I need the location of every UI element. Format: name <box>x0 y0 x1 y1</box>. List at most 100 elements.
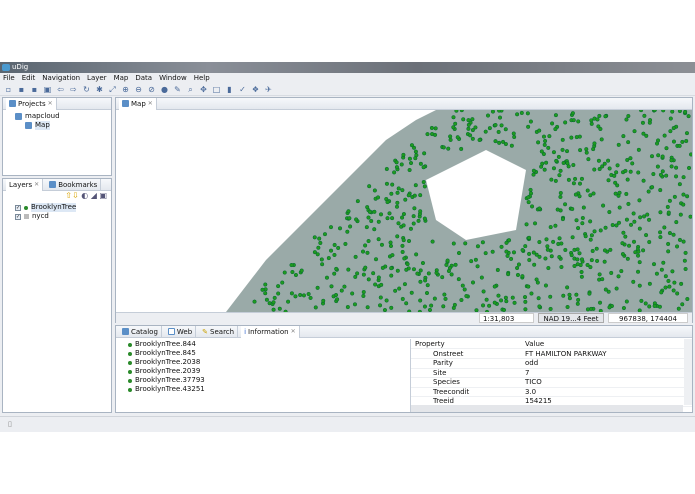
tree-point[interactable] <box>320 262 325 267</box>
tree-point[interactable] <box>688 214 692 219</box>
tree-point[interactable] <box>384 298 389 303</box>
tree-point[interactable] <box>473 257 478 262</box>
tree-point[interactable] <box>664 173 669 178</box>
info-icon[interactable]: ▮ <box>225 85 234 94</box>
tree-point[interactable] <box>584 150 589 155</box>
tree-point[interactable] <box>367 209 372 214</box>
tree-point[interactable] <box>662 133 667 138</box>
tree-point[interactable] <box>264 297 269 302</box>
tree-point[interactable] <box>528 119 533 124</box>
tree-point[interactable] <box>558 168 563 173</box>
tree-point[interactable] <box>570 235 575 240</box>
tree-point[interactable] <box>671 288 676 293</box>
zoom-extent-icon[interactable]: ⤢ <box>108 85 117 94</box>
tree-point[interactable] <box>289 263 294 268</box>
tree-point[interactable] <box>487 303 492 308</box>
tree-point[interactable] <box>271 307 276 312</box>
tree-point[interactable] <box>298 292 303 298</box>
tree-point[interactable] <box>433 126 438 131</box>
tree-point[interactable] <box>509 256 514 261</box>
tree-point[interactable] <box>512 134 517 140</box>
tree-point[interactable] <box>366 277 371 282</box>
tree-point[interactable] <box>681 175 686 180</box>
layer-checkbox[interactable]: ✓ <box>15 213 21 220</box>
tree-point[interactable] <box>404 301 409 306</box>
tree-point[interactable] <box>641 214 647 219</box>
tree-point[interactable] <box>613 180 618 185</box>
move-down-icon[interactable]: ⇩ <box>72 191 79 200</box>
tree-point[interactable] <box>510 295 515 300</box>
tree-point[interactable] <box>451 241 456 246</box>
tree-point[interactable] <box>413 183 418 188</box>
tree-point[interactable] <box>652 110 657 113</box>
tree-point[interactable] <box>487 126 492 131</box>
tree-point[interactable] <box>271 300 276 305</box>
tree-point[interactable] <box>276 284 281 289</box>
tree-point[interactable] <box>504 240 509 245</box>
tree-point[interactable] <box>423 278 428 283</box>
tree-point[interactable] <box>448 137 453 142</box>
tree-point[interactable] <box>401 238 406 243</box>
tree-point[interactable] <box>429 125 434 131</box>
tree-point[interactable] <box>606 158 611 163</box>
tree-point[interactable] <box>589 121 594 126</box>
tree-point[interactable] <box>596 124 601 129</box>
tree-point[interactable] <box>385 216 390 221</box>
tree-point[interactable] <box>319 257 324 262</box>
tree-point[interactable] <box>400 296 405 302</box>
tree-point[interactable] <box>589 118 594 123</box>
tree-point[interactable] <box>585 262 590 268</box>
property-row[interactable]: Site 7 <box>411 368 692 378</box>
tree-point[interactable] <box>485 113 491 118</box>
tree-point[interactable] <box>418 193 423 198</box>
tree-point[interactable] <box>550 121 555 126</box>
tree-point[interactable] <box>426 271 431 276</box>
tree-point[interactable] <box>610 222 615 228</box>
tree-point[interactable] <box>682 258 687 263</box>
tree-point[interactable] <box>577 194 582 199</box>
tree-point[interactable] <box>313 305 318 310</box>
tree-point[interactable] <box>659 290 664 295</box>
tab-layers[interactable]: Layers ✕ <box>6 178 44 191</box>
tree-point[interactable] <box>389 305 394 310</box>
tree-point[interactable] <box>352 302 358 307</box>
tree-point[interactable] <box>470 117 475 122</box>
tree-point[interactable] <box>542 167 547 172</box>
tree-point[interactable] <box>537 128 542 133</box>
tree-point[interactable] <box>577 134 582 139</box>
tree-point[interactable] <box>625 256 630 261</box>
tree-point[interactable] <box>408 226 413 231</box>
move-up-icon[interactable]: ⇧ <box>65 191 72 200</box>
tree-point[interactable] <box>315 285 320 290</box>
tree-point[interactable] <box>405 262 410 267</box>
tree-point[interactable] <box>662 225 667 230</box>
tree-point[interactable] <box>551 239 556 244</box>
tree-point[interactable] <box>536 296 541 301</box>
tree-point[interactable] <box>680 302 685 307</box>
tree-point[interactable] <box>421 180 426 185</box>
tree-point[interactable] <box>639 298 644 303</box>
value-header[interactable]: Value <box>521 339 692 349</box>
tree-point[interactable] <box>372 227 377 232</box>
tree-point[interactable] <box>674 244 680 249</box>
tree-point[interactable] <box>440 275 445 280</box>
tree-point[interactable] <box>675 291 680 296</box>
tree-point[interactable] <box>628 222 634 227</box>
tree-point[interactable] <box>666 249 671 254</box>
tree-point[interactable] <box>407 309 412 312</box>
tree-point[interactable] <box>503 142 508 147</box>
tree-point[interactable] <box>647 304 652 309</box>
tree-point[interactable] <box>596 158 601 163</box>
tree-point[interactable] <box>412 193 417 198</box>
tree-point[interactable] <box>372 209 377 214</box>
tree-point[interactable] <box>515 112 520 117</box>
tree-point[interactable] <box>683 250 688 255</box>
tree-point[interactable] <box>670 269 675 274</box>
tree-point[interactable] <box>503 127 508 132</box>
tree-point[interactable] <box>520 248 525 253</box>
tree-point[interactable] <box>680 139 685 144</box>
tree-point[interactable] <box>328 225 334 230</box>
tree-point[interactable] <box>276 291 281 296</box>
tree-point[interactable] <box>616 274 621 279</box>
tree-point[interactable] <box>289 291 294 296</box>
